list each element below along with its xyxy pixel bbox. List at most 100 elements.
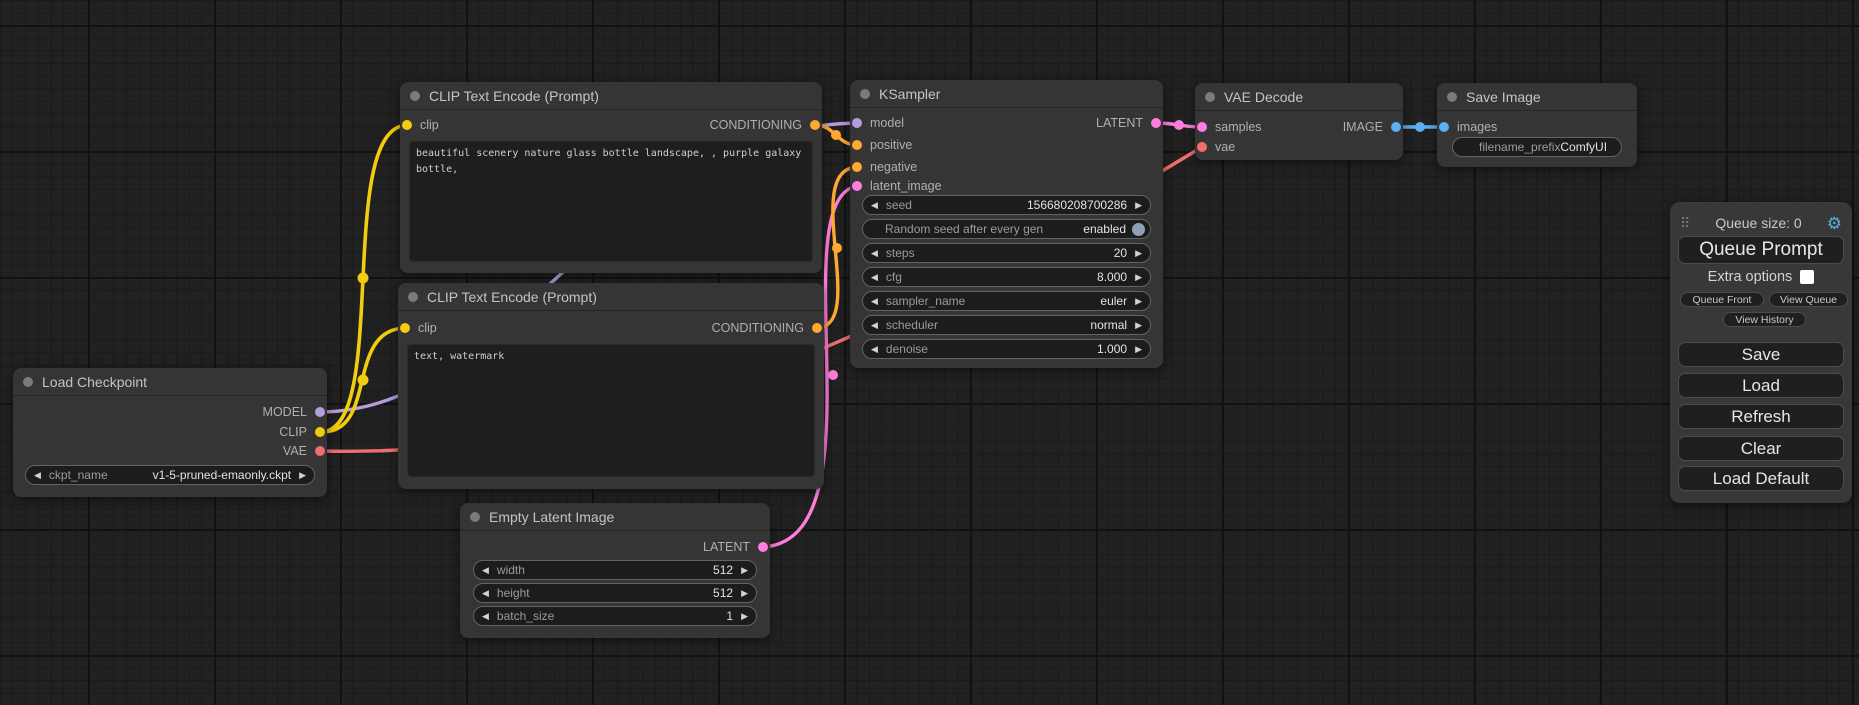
collapse-dot-icon[interactable] (470, 512, 480, 522)
node-empty-latent-image[interactable]: Empty Latent Image LATENT ◀ width 512 ▶ … (460, 503, 770, 638)
node-load-checkpoint-titlebar[interactable]: Load Checkpoint (13, 368, 327, 396)
node-clip-text-encode-positive[interactable]: CLIP Text Encode (Prompt) clip CONDITION… (400, 82, 822, 273)
increment-arrow-icon[interactable]: ▶ (741, 589, 748, 598)
increment-arrow-icon[interactable]: ▶ (1135, 321, 1142, 330)
slot-output-vae[interactable]: VAE (283, 442, 325, 460)
widget-random-seed-toggle[interactable]: Random seed after every gen enabled (862, 219, 1151, 239)
increment-arrow-icon[interactable]: ▶ (741, 612, 748, 621)
increment-arrow-icon[interactable]: ▶ (1135, 297, 1142, 306)
negative-prompt-textarea[interactable]: text, watermark (407, 344, 815, 477)
slot-input-negative[interactable]: negative (852, 158, 917, 176)
slot-output-clip[interactable]: CLIP (279, 423, 325, 441)
slot-input-positive[interactable]: positive (852, 136, 912, 154)
decrement-arrow-icon[interactable]: ◀ (871, 345, 878, 354)
node-ksampler-titlebar[interactable]: KSampler (850, 80, 1163, 108)
node-save-image-titlebar[interactable]: Save Image (1437, 83, 1637, 111)
node-vae-decode[interactable]: VAE Decode samples vae IMAGE (1195, 83, 1403, 160)
drag-handle-icon[interactable]: ⠿ (1680, 216, 1690, 230)
widget-steps[interactable]: ◀ steps 20 ▶ (862, 243, 1151, 263)
queue-prompt-button[interactable]: Queue Prompt (1678, 236, 1844, 264)
decrement-arrow-icon[interactable]: ◀ (871, 249, 878, 258)
extra-options-checkbox[interactable] (1800, 270, 1814, 284)
widget-width[interactable]: ◀ width 512 ▶ (473, 560, 757, 580)
decrement-arrow-icon[interactable]: ◀ (871, 201, 878, 210)
conditioning-slot-dot[interactable] (852, 162, 862, 172)
latent-slot-dot[interactable] (1197, 122, 1207, 132)
load-button[interactable]: Load (1678, 373, 1844, 398)
decrement-arrow-icon[interactable]: ◀ (871, 273, 878, 282)
latent-slot-dot[interactable] (758, 542, 768, 552)
widget-scheduler[interactable]: ◀ scheduler normal ▶ (862, 315, 1151, 335)
increment-arrow-icon[interactable]: ▶ (1135, 249, 1142, 258)
load-default-button[interactable]: Load Default (1678, 466, 1844, 491)
slot-output-model[interactable]: MODEL (263, 403, 325, 421)
slot-input-samples[interactable]: samples (1197, 118, 1262, 136)
queue-front-button[interactable]: Queue Front (1680, 292, 1764, 307)
decrement-arrow-icon[interactable]: ◀ (871, 321, 878, 330)
collapse-dot-icon[interactable] (410, 91, 420, 101)
positive-prompt-textarea[interactable]: beautiful scenery nature glass bottle la… (409, 141, 813, 262)
clip-slot-dot[interactable] (400, 323, 410, 333)
decrement-arrow-icon[interactable]: ◀ (482, 612, 489, 621)
clip-slot-dot[interactable] (402, 120, 412, 130)
widget-batch-size[interactable]: ◀ batch_size 1 ▶ (473, 606, 757, 626)
increment-arrow-icon[interactable]: ▶ (741, 566, 748, 575)
decrement-arrow-icon[interactable]: ◀ (34, 471, 41, 480)
widget-ckpt-name[interactable]: ◀ ckpt_name v1-5-pruned-emaonly.ckpt ▶ (25, 465, 315, 485)
node-load-checkpoint[interactable]: Load Checkpoint MODEL CLIP VAE ◀ ckpt_na… (13, 368, 327, 497)
node-graph-canvas[interactable]: Load Checkpoint MODEL CLIP VAE ◀ ckpt_na… (0, 0, 1859, 705)
gear-icon[interactable]: ⚙ (1827, 215, 1842, 232)
collapse-dot-icon[interactable] (1447, 92, 1457, 102)
model-slot-dot[interactable] (852, 118, 862, 128)
decrement-arrow-icon[interactable]: ◀ (482, 566, 489, 575)
widget-denoise[interactable]: ◀ denoise 1.000 ▶ (862, 339, 1151, 359)
slot-input-model[interactable]: model (852, 114, 904, 132)
latent-slot-dot[interactable] (1151, 118, 1161, 128)
image-slot-dot[interactable] (1439, 122, 1449, 132)
node-save-image[interactable]: Save Image images filename_prefix ComfyU… (1437, 83, 1637, 167)
view-queue-button[interactable]: View Queue (1769, 292, 1848, 307)
refresh-button[interactable]: Refresh (1678, 404, 1844, 429)
latent-slot-dot[interactable] (852, 181, 862, 191)
vae-slot-dot[interactable] (1197, 142, 1207, 152)
slot-input-images[interactable]: images (1439, 118, 1497, 136)
slot-output-image[interactable]: IMAGE (1343, 118, 1401, 136)
increment-arrow-icon[interactable]: ▶ (1135, 273, 1142, 282)
slot-output-latent[interactable]: LATENT (1096, 114, 1161, 132)
node-vae-decode-titlebar[interactable]: VAE Decode (1195, 83, 1403, 111)
increment-arrow-icon[interactable]: ▶ (299, 471, 306, 480)
node-clip-text-encode-negative[interactable]: CLIP Text Encode (Prompt) clip CONDITION… (398, 283, 824, 489)
node-empty-latent-titlebar[interactable]: Empty Latent Image (460, 503, 770, 531)
clip-slot-dot[interactable] (315, 427, 325, 437)
conditioning-slot-dot[interactable] (812, 323, 822, 333)
increment-arrow-icon[interactable]: ▶ (1135, 345, 1142, 354)
slot-output-conditioning[interactable]: CONDITIONING (710, 116, 820, 134)
widget-seed[interactable]: ◀ seed 156680208700286 ▶ (862, 195, 1151, 215)
node-ksampler[interactable]: KSampler model positive negative latent_… (850, 80, 1163, 368)
collapse-dot-icon[interactable] (23, 377, 33, 387)
increment-arrow-icon[interactable]: ▶ (1135, 201, 1142, 210)
widget-filename-prefix[interactable]: filename_prefix ComfyUI (1452, 137, 1622, 157)
widget-sampler-name[interactable]: ◀ sampler_name euler ▶ (862, 291, 1151, 311)
slot-input-vae[interactable]: vae (1197, 138, 1235, 156)
toggle-knob-icon[interactable] (1132, 223, 1145, 236)
slot-input-clip[interactable]: clip (400, 319, 437, 337)
image-slot-dot[interactable] (1391, 122, 1401, 132)
collapse-dot-icon[interactable] (860, 89, 870, 99)
slot-input-clip[interactable]: clip (402, 116, 439, 134)
model-slot-dot[interactable] (315, 407, 325, 417)
slot-output-latent[interactable]: LATENT (703, 538, 768, 556)
vae-slot-dot[interactable] (315, 446, 325, 456)
decrement-arrow-icon[interactable]: ◀ (871, 297, 878, 306)
clear-button[interactable]: Clear (1678, 436, 1844, 461)
slot-output-conditioning[interactable]: CONDITIONING (712, 319, 822, 337)
save-button[interactable]: Save (1678, 342, 1844, 367)
node-clip-negative-titlebar[interactable]: CLIP Text Encode (Prompt) (398, 283, 824, 311)
decrement-arrow-icon[interactable]: ◀ (482, 589, 489, 598)
conditioning-slot-dot[interactable] (810, 120, 820, 130)
conditioning-slot-dot[interactable] (852, 140, 862, 150)
collapse-dot-icon[interactable] (1205, 92, 1215, 102)
widget-height[interactable]: ◀ height 512 ▶ (473, 583, 757, 603)
collapse-dot-icon[interactable] (408, 292, 418, 302)
node-clip-positive-titlebar[interactable]: CLIP Text Encode (Prompt) (400, 82, 822, 110)
